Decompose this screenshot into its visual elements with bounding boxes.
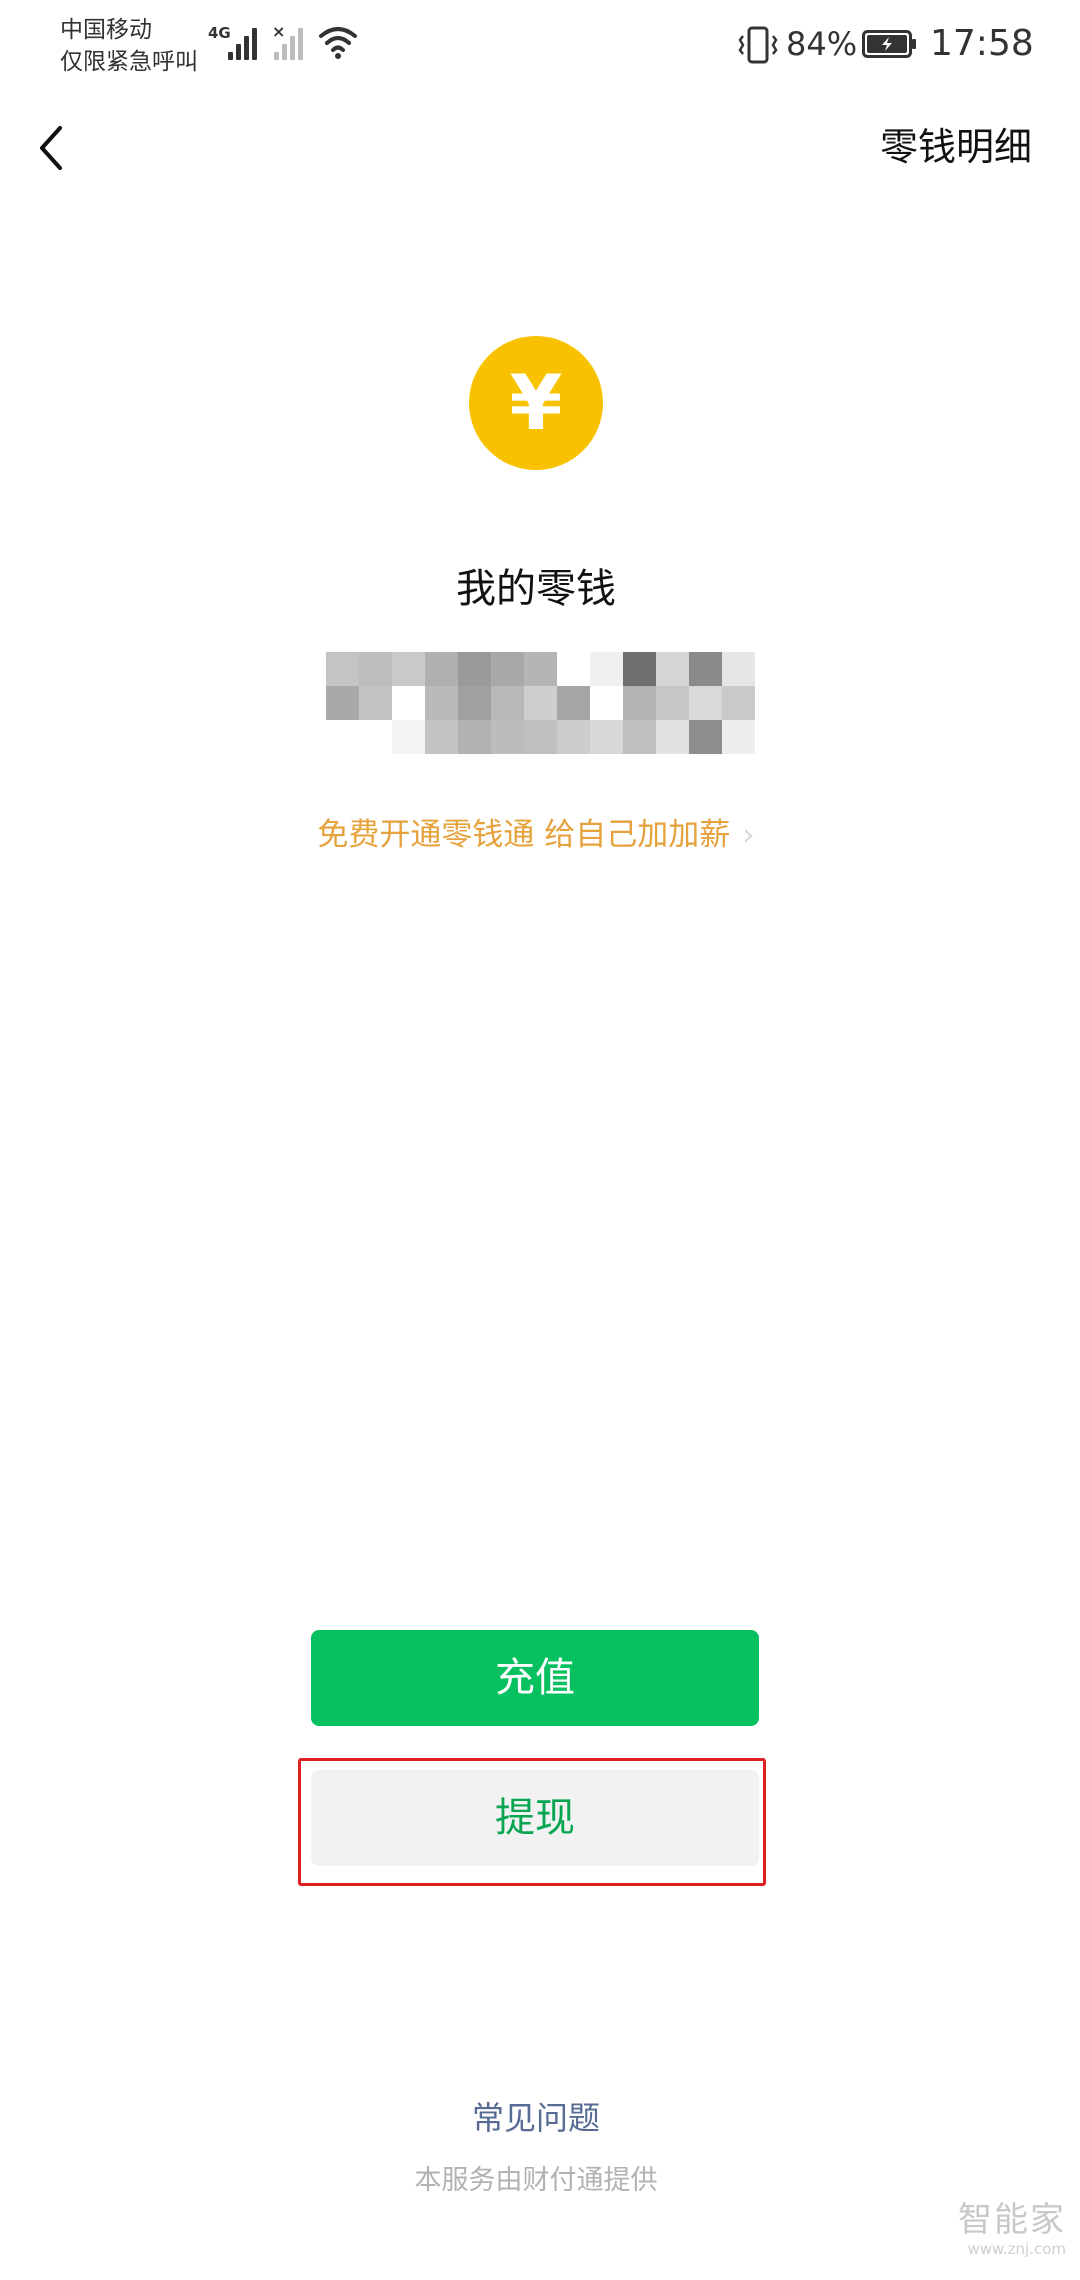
watermark-main: 智能家	[958, 2200, 1066, 2240]
back-button[interactable]	[26, 118, 86, 178]
watermark: 智能家 www.znj.com	[958, 2200, 1066, 2258]
vibrate-icon	[738, 26, 778, 64]
service-provider-text: 本服务由财付通提供	[414, 2165, 658, 2196]
redaction-pixel	[359, 652, 392, 686]
battery-charging-icon	[862, 30, 916, 58]
carrier-info: 中国移动 仅限紧急呼叫	[60, 14, 198, 78]
faq-link[interactable]: 常见问题	[0, 2096, 1072, 2140]
redaction-pixel	[458, 686, 491, 720]
redaction-pixel	[623, 652, 656, 686]
chevron-right-icon: ›	[742, 817, 755, 853]
redaction-pixel	[425, 652, 458, 686]
redaction-pixel	[326, 686, 359, 720]
redaction-pixel	[590, 652, 623, 686]
redaction-pixel	[623, 686, 656, 720]
redaction-pixel	[425, 686, 458, 720]
redaction-pixel	[623, 720, 656, 754]
redaction-pixel	[590, 686, 623, 720]
chevron-left-icon	[40, 126, 62, 170]
promo-text: 免费开通零钱通 给自己加加薪	[317, 817, 731, 853]
redaction-pixel	[392, 652, 425, 686]
redaction-pixel	[689, 652, 722, 686]
balance-amount-redacted	[326, 652, 756, 754]
redaction-pixel	[524, 652, 557, 686]
redaction-pixel	[557, 652, 590, 686]
redaction-pixel	[722, 686, 755, 720]
redaction-pixel	[425, 720, 458, 754]
recharge-button[interactable]: 充值	[311, 1630, 759, 1726]
redaction-pixel	[656, 652, 689, 686]
redaction-pixel	[524, 686, 557, 720]
balance-detail-link[interactable]: 零钱明细	[880, 122, 1032, 172]
redaction-pixel	[491, 652, 524, 686]
watermark-sub: www.znj.com	[967, 2240, 1066, 2258]
redaction-pixel	[392, 720, 425, 754]
redaction-pixel	[590, 720, 623, 754]
battery-percent: 84%	[786, 25, 858, 63]
status-bar: 中国移动 仅限紧急呼叫 4G × 84% 17:58	[0, 0, 1080, 90]
redaction-pixel	[656, 686, 689, 720]
redaction-pixel	[458, 720, 491, 754]
redaction-pixel	[689, 686, 722, 720]
clock: 17:58	[930, 23, 1034, 64]
redaction-pixel	[722, 652, 755, 686]
carrier-name: 中国移动	[60, 17, 152, 43]
redaction-pixel	[458, 652, 491, 686]
redaction-pixel	[392, 686, 425, 720]
signal-strength-sim2-icon	[274, 24, 310, 60]
redaction-pixel	[722, 720, 755, 754]
yuan-coin-icon: ¥	[469, 336, 603, 470]
withdraw-button[interactable]: 提现	[311, 1770, 759, 1866]
redaction-pixel	[491, 686, 524, 720]
redaction-pixel	[689, 720, 722, 754]
redaction-pixel	[491, 720, 524, 754]
carrier-status: 仅限紧急呼叫	[60, 49, 198, 75]
redaction-pixel	[557, 720, 590, 754]
balance-title: 我的零钱	[456, 566, 616, 612]
redaction-pixel	[326, 720, 359, 754]
wifi-icon	[319, 27, 357, 59]
signal-strength-icon	[228, 24, 264, 60]
redaction-pixel	[524, 720, 557, 754]
redaction-pixel	[359, 686, 392, 720]
redaction-pixel	[326, 652, 359, 686]
redaction-pixel	[557, 686, 590, 720]
redaction-pixel	[656, 720, 689, 754]
lingqiantong-promo-link[interactable]: 免费开通零钱通 给自己加加薪 ›	[0, 814, 1072, 856]
redaction-pixel	[359, 720, 392, 754]
